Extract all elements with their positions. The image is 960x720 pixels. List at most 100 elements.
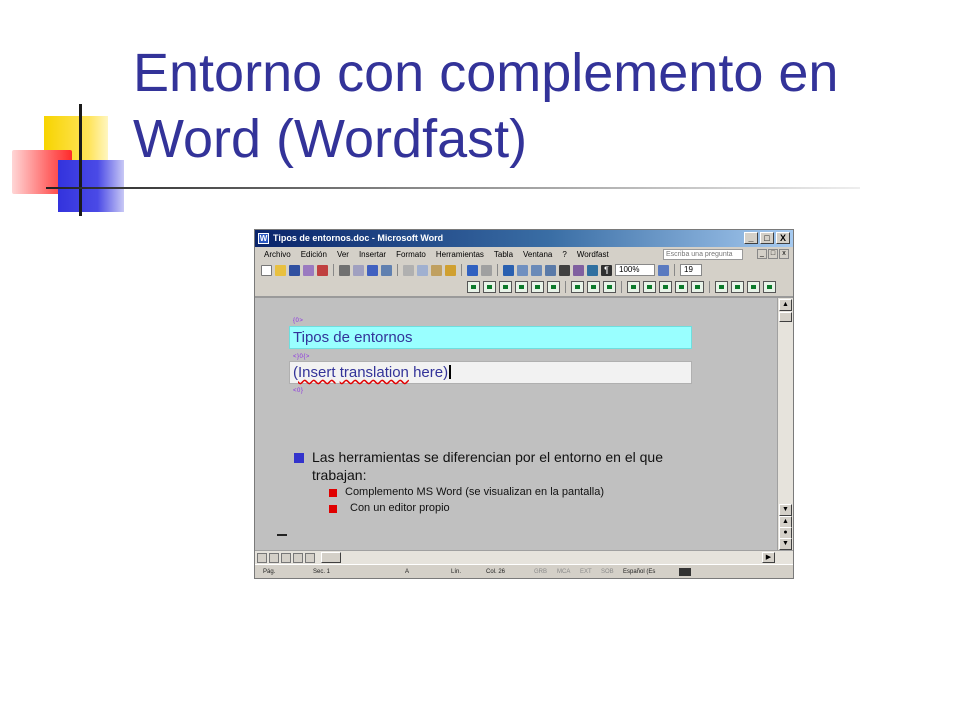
wordfast-copy-source-icon[interactable]	[531, 281, 544, 293]
document-area[interactable]: {0> Tipos de entornos <}0{> (Insert tran…	[255, 298, 777, 550]
ask-question-input[interactable]: Escriba una pregunta	[663, 249, 743, 260]
wordfast-cleanup-icon[interactable]	[691, 281, 704, 293]
doc-close-button[interactable]: x	[779, 249, 789, 259]
wordfast-terminology-icon[interactable]	[643, 281, 656, 293]
scroll-up-button[interactable]: ▲	[779, 299, 792, 311]
cut-icon[interactable]	[403, 264, 414, 276]
document-map-icon[interactable]	[587, 264, 598, 276]
web-view-button[interactable]	[269, 553, 279, 563]
vertical-scrollbar[interactable]: ▲ ▼ ▲ ● ▼	[777, 298, 793, 550]
print-preview-icon[interactable]	[353, 264, 364, 276]
menu-wordfast[interactable]: Wordfast	[572, 247, 614, 262]
word-app-icon: W	[258, 233, 269, 244]
wordfast-memory-icon[interactable]	[659, 281, 672, 293]
help-icon[interactable]	[658, 264, 669, 276]
wordfast-setup-icon[interactable]	[731, 281, 744, 293]
email-icon[interactable]	[317, 264, 328, 276]
redo-icon[interactable]	[481, 264, 492, 276]
hyperlink-icon[interactable]	[503, 264, 514, 276]
spelling-status-icon[interactable]	[679, 568, 691, 576]
new-document-icon[interactable]	[261, 264, 272, 276]
decorative-blue-square	[58, 160, 124, 212]
font-size-select[interactable]: 19	[680, 264, 702, 276]
status-page: Pág.	[263, 569, 276, 575]
wordfast-reorganize-icon[interactable]	[747, 281, 760, 293]
segment-close-tag: <0}	[293, 388, 304, 394]
undo-icon[interactable]	[467, 264, 478, 276]
reading-view-button[interactable]	[305, 553, 315, 563]
wordfast-start-icon[interactable]	[467, 281, 480, 293]
status-language: Español (Es	[623, 569, 656, 575]
status-mca[interactable]: MCA	[557, 565, 570, 578]
toolbar-separator	[674, 264, 675, 276]
print-icon[interactable]	[339, 264, 350, 276]
insert-excel-icon[interactable]	[545, 264, 556, 276]
insert-table-icon[interactable]	[531, 264, 542, 276]
next-page-button[interactable]: ▼	[779, 538, 792, 550]
status-ext[interactable]: EXT	[580, 565, 592, 578]
doc-restore-button[interactable]: □	[768, 249, 778, 259]
paste-icon[interactable]	[431, 264, 442, 276]
spelling-icon[interactable]	[367, 264, 378, 276]
menu-formato[interactable]: Formato	[391, 247, 431, 262]
toolbar-separator	[397, 264, 398, 276]
show-hide-icon[interactable]: ¶	[601, 264, 612, 276]
title-underline	[46, 187, 860, 189]
bullet-main-marker	[294, 453, 304, 463]
wordfast-check-icon[interactable]	[715, 281, 728, 293]
scroll-down-button[interactable]: ▼	[779, 504, 792, 516]
wordfast-previous-icon[interactable]	[515, 281, 528, 293]
wordfast-settings-icon[interactable]	[763, 281, 776, 293]
status-sob[interactable]: SOB	[601, 565, 614, 578]
menu-ayuda[interactable]: ?	[557, 247, 571, 262]
bullet-main-text: Las herramientas se diferencian por el e…	[312, 449, 663, 483]
source-segment[interactable]: Tipos de entornos	[289, 326, 692, 349]
status-bar: Pág. Sec. 1 A Lín. Col. 26 GRB MCA EXT S…	[255, 564, 793, 578]
bullet-sub-text-1: Complemento MS Word (se visualizan en la…	[345, 486, 605, 498]
menu-edicion[interactable]: Edición	[296, 247, 332, 262]
menu-herramientas[interactable]: Herramientas	[431, 247, 489, 262]
columns-icon[interactable]	[559, 264, 570, 276]
wordfast-close-icon[interactable]	[547, 281, 560, 293]
decorative-vertical-line	[79, 104, 82, 216]
format-painter-icon[interactable]	[445, 264, 456, 276]
menu-ver[interactable]: Ver	[332, 247, 354, 262]
horizontal-scroll-thumb[interactable]	[321, 552, 341, 563]
minimize-button[interactable]: _	[744, 232, 758, 244]
horizontal-scrollbar[interactable]: ▶	[255, 550, 793, 564]
print-view-button[interactable]	[281, 553, 291, 563]
word-window: W Tipos de entornos.doc - Microsoft Word…	[254, 229, 794, 579]
drawing-icon[interactable]	[573, 264, 584, 276]
normal-view-button[interactable]	[257, 553, 267, 563]
permission-icon[interactable]	[303, 264, 314, 276]
vertical-scroll-thumb[interactable]	[779, 312, 792, 322]
doc-minimize-button[interactable]: _	[757, 249, 767, 259]
tables-borders-icon[interactable]	[517, 264, 528, 276]
open-folder-icon[interactable]	[275, 264, 286, 276]
wordfast-next-icon[interactable]	[499, 281, 512, 293]
segment-separator-tag: <}0{>	[293, 354, 310, 360]
target-segment[interactable]: (Insert translation here)	[289, 361, 692, 384]
wordfast-glossary-icon[interactable]	[627, 281, 640, 293]
zoom-select[interactable]: 100%	[615, 264, 655, 276]
menu-archivo[interactable]: Archivo	[259, 247, 296, 262]
close-button[interactable]: X	[776, 232, 790, 244]
wordfast-expand-icon[interactable]	[571, 281, 584, 293]
wordfast-restore-icon[interactable]	[483, 281, 496, 293]
menu-ventana[interactable]: Ventana	[518, 247, 557, 262]
menu-tabla[interactable]: Tabla	[489, 247, 518, 262]
maximize-button[interactable]: □	[760, 232, 774, 244]
menu-insertar[interactable]: Insertar	[354, 247, 391, 262]
copy-icon[interactable]	[417, 264, 428, 276]
toolbar-separator	[333, 264, 334, 276]
outline-view-button[interactable]	[293, 553, 303, 563]
scroll-right-button[interactable]: ▶	[762, 552, 775, 563]
research-icon[interactable]	[381, 264, 392, 276]
bullet-sub-marker	[329, 505, 337, 513]
wordfast-shrink-icon[interactable]	[587, 281, 600, 293]
status-grb[interactable]: GRB	[534, 565, 547, 578]
wordfast-concordance-icon[interactable]	[603, 281, 616, 293]
wordfast-library-icon[interactable]	[675, 281, 688, 293]
save-icon[interactable]	[289, 264, 300, 276]
text-cursor	[449, 365, 452, 379]
